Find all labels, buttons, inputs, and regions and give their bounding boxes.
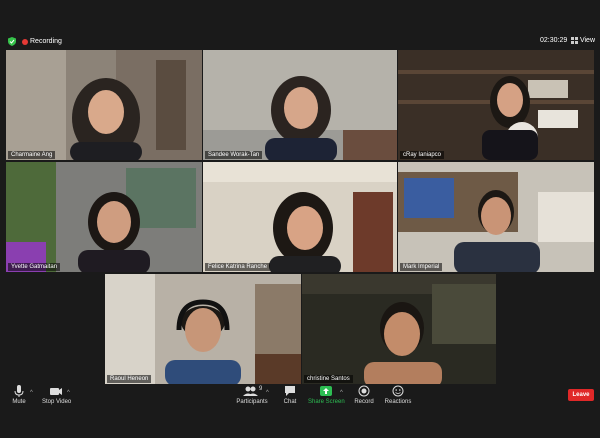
mute-label: Mute — [12, 399, 26, 405]
participant-name-tag: Raoul Heneon — [107, 375, 152, 383]
meeting-timer: 02:30:29 — [540, 37, 568, 44]
recording-dot-icon — [22, 39, 28, 45]
leave-button[interactable]: Leave — [568, 389, 594, 401]
view-label: View — [579, 37, 595, 44]
participant-video-feed — [398, 162, 594, 272]
video-tile-charmaine-ang[interactable]: Charmaine Ang — [6, 50, 202, 160]
record-icon — [358, 385, 370, 397]
participant-video-feed — [6, 162, 202, 272]
participant-video-feed — [398, 50, 594, 160]
participant-video-feed — [302, 274, 496, 384]
microphone-icon — [14, 385, 24, 397]
participant-video-feed — [203, 162, 397, 272]
participant-name-tag: cRay Ianiapco — [400, 151, 445, 159]
smiley-reaction-icon — [392, 385, 404, 397]
recording-label: Recording — [30, 38, 62, 45]
participant-name-tag: Mark Imperial — [400, 263, 443, 271]
participants-options-caret-icon[interactable]: ^ — [266, 390, 269, 396]
participants-button[interactable]: 9 Participants — [236, 384, 268, 414]
participant-video-feed — [203, 50, 397, 160]
participant-name-tag: Charmaine Ang — [8, 151, 56, 159]
participant-name-tag: Felice Katrina Ranche — [205, 263, 271, 271]
participant-name-tag: christine Santos — [304, 375, 353, 383]
participant-name-tag: Yvette Gatmaitan — [8, 263, 61, 271]
participant-video-feed — [105, 274, 301, 384]
video-tile-raoul-heneon[interactable]: Raoul Heneon — [105, 274, 301, 384]
share-screen-label: Share Screen — [308, 399, 345, 405]
participants-count: 9 — [259, 386, 262, 392]
meeting-top-bar: Recording 02:30:29 View — [0, 0, 600, 46]
mute-button[interactable]: Mute — [8, 384, 30, 414]
meeting-toolbar: Mute ^ Stop Video ^ 9 Participants ^ Cha… — [0, 384, 600, 414]
video-camera-icon — [50, 388, 62, 395]
participants-icon: 9 — [243, 386, 262, 396]
video-tile-mark-imperial[interactable]: Mark Imperial — [398, 162, 594, 272]
stop-video-button[interactable]: Stop Video — [42, 384, 72, 414]
shield-check-icon[interactable] — [8, 37, 16, 46]
video-tile-christine-santos[interactable]: christine Santos — [302, 274, 496, 384]
view-button[interactable]: View — [569, 35, 595, 46]
video-tile-felice-katrina-ranche[interactable]: Felice Katrina Ranche — [203, 162, 397, 272]
audio-options-caret-icon[interactable]: ^ — [30, 390, 33, 396]
reactions-button[interactable]: Reactions — [384, 384, 412, 414]
participant-video-feed — [6, 50, 202, 160]
grid-view-icon — [571, 37, 578, 44]
bottom-margin — [0, 414, 600, 438]
video-tile-yvette-gatmaitan[interactable]: Yvette Gatmaitan — [6, 162, 202, 272]
reactions-label: Reactions — [384, 399, 412, 405]
video-tile-cray-ianiapco[interactable]: cRay Ianiapco — [398, 50, 594, 160]
share-screen-button[interactable]: Share Screen — [308, 384, 345, 414]
record-button[interactable]: Record — [352, 384, 376, 414]
chat-button[interactable]: Chat — [280, 384, 300, 414]
stop-video-label: Stop Video — [42, 399, 72, 405]
video-tile-sandee-worak-tan[interactable]: Sandee Worak-Tan — [203, 50, 397, 160]
share-options-caret-icon[interactable]: ^ — [340, 390, 343, 396]
participant-name-tag: Sandee Worak-Tan — [205, 151, 263, 159]
record-label: Record — [354, 399, 374, 405]
share-screen-icon — [320, 386, 332, 396]
participants-label: Participants — [236, 399, 268, 405]
video-options-caret-icon[interactable]: ^ — [67, 390, 70, 396]
chat-bubble-icon — [285, 386, 295, 396]
chat-label: Chat — [283, 399, 297, 405]
